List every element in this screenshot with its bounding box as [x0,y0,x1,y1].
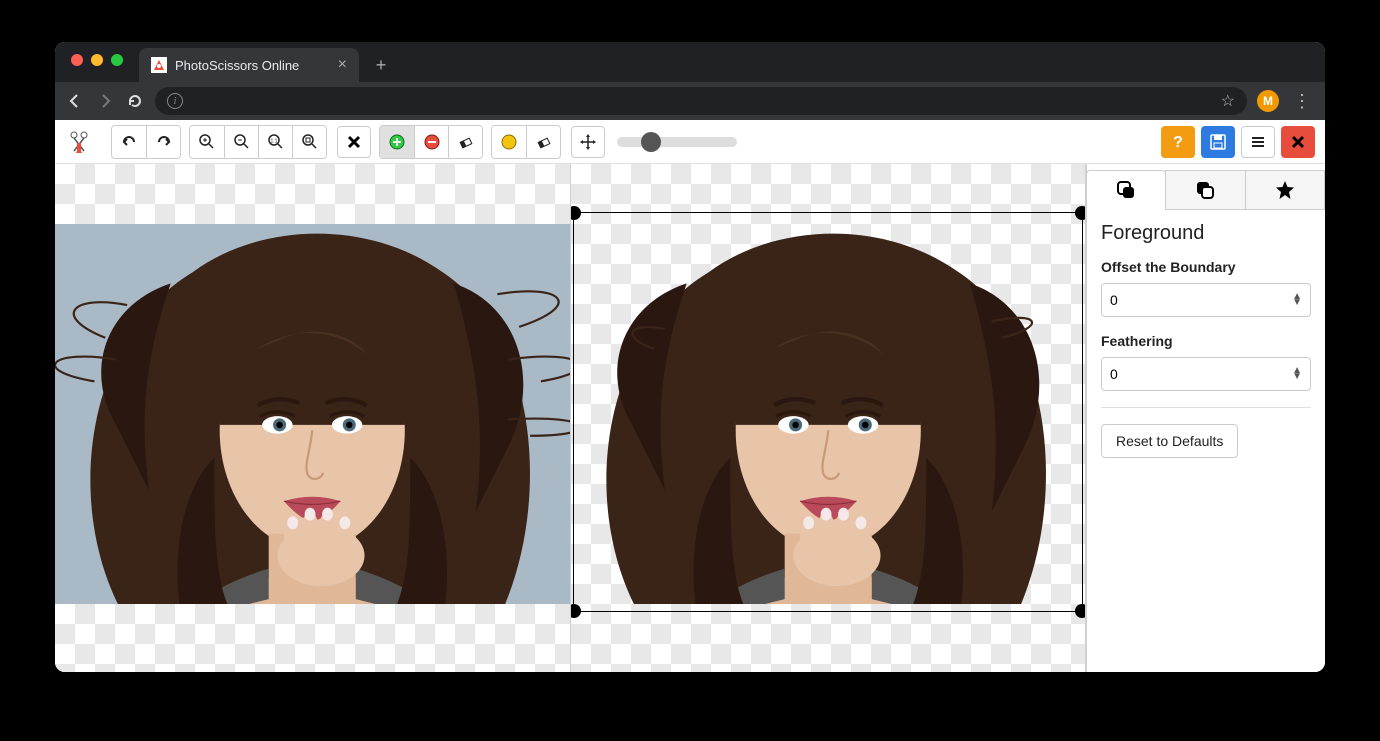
result-image [571,224,1086,604]
feathering-label: Feathering [1101,333,1311,349]
svg-text:?: ? [1173,134,1183,151]
hair-eraser-button[interactable] [526,126,560,158]
save-button[interactable] [1201,126,1235,158]
svg-text:1:1: 1:1 [270,138,277,144]
offset-value: 0 [1110,292,1118,308]
profile-avatar[interactable]: M [1257,90,1279,112]
app-toolbar: 1:1 ? [55,120,1325,164]
canvas-area [55,164,1085,672]
main-area: Foreground Offset the Boundary 0 ▲▼ Feat… [55,164,1325,672]
panel-tabs [1087,164,1325,210]
window-minimize-dot[interactable] [91,54,103,66]
stepper-icon[interactable]: ▲▼ [1292,294,1302,306]
tab-background[interactable] [1165,170,1245,210]
add-foreground-button[interactable] [380,126,414,158]
tab-effects[interactable] [1245,170,1325,210]
browser-menu-icon[interactable]: ⋮ [1289,91,1315,112]
favicon-icon [151,57,167,73]
zoom-in-button[interactable] [190,126,224,158]
window-zoom-dot[interactable] [111,54,123,66]
nav-reload-icon[interactable] [125,93,145,109]
tab-close-icon[interactable]: × [338,57,347,73]
undo-button[interactable] [112,126,146,158]
browser-tabbar: PhotoScissors Online × + [55,42,1325,82]
zoom-out-button[interactable] [224,126,258,158]
browser-window: PhotoScissors Online × + i ☆ M ⋮ 1:1 [55,42,1325,672]
hair-tools-group [491,125,561,159]
result-image-pane[interactable] [571,164,1086,672]
properties-panel: Foreground Offset the Boundary 0 ▲▼ Feat… [1085,164,1325,672]
undo-redo-group [111,125,181,159]
window-traffic-lights [65,42,133,82]
panel-title: Foreground [1101,222,1311,245]
offset-label: Offset the Boundary [1101,259,1311,275]
tab-foreground[interactable] [1086,170,1166,210]
redo-button[interactable] [146,126,180,158]
browser-addressbar: i ☆ M ⋮ [55,82,1325,120]
move-tool-button[interactable] [571,126,605,158]
clear-marks-button[interactable] [337,126,371,158]
eraser-button[interactable] [448,126,482,158]
source-image [55,224,571,604]
browser-tab[interactable]: PhotoScissors Online × [139,48,359,82]
new-tab-button[interactable]: + [367,51,395,79]
window-close-dot[interactable] [71,54,83,66]
reset-defaults-button[interactable]: Reset to Defaults [1101,424,1238,458]
zoom-fit-button[interactable] [292,126,326,158]
add-background-button[interactable] [414,126,448,158]
marker-tools-group [379,125,483,159]
menu-button[interactable] [1241,126,1275,158]
source-image-pane[interactable] [55,164,571,672]
brush-size-slider[interactable] [617,137,737,147]
close-button[interactable] [1281,126,1315,158]
hair-marker-button[interactable] [492,126,526,158]
separator [1101,407,1311,408]
zoom-actual-button[interactable]: 1:1 [258,126,292,158]
site-info-icon[interactable]: i [167,93,183,109]
stepper-icon[interactable]: ▲▼ [1292,368,1302,380]
nav-back-icon[interactable] [65,93,85,109]
tab-title: PhotoScissors Online [175,58,330,73]
nav-forward-icon[interactable] [95,93,115,109]
offset-input[interactable]: 0 ▲▼ [1101,283,1311,317]
help-button[interactable]: ? [1161,126,1195,158]
bookmark-star-icon[interactable]: ☆ [1221,91,1235,111]
panel-body: Foreground Offset the Boundary 0 ▲▼ Feat… [1087,210,1325,470]
omnibox[interactable]: i ☆ [155,87,1247,115]
feathering-input[interactable]: 0 ▲▼ [1101,357,1311,391]
zoom-group: 1:1 [189,125,327,159]
feathering-value: 0 [1110,366,1118,382]
app-logo-icon [65,128,93,156]
